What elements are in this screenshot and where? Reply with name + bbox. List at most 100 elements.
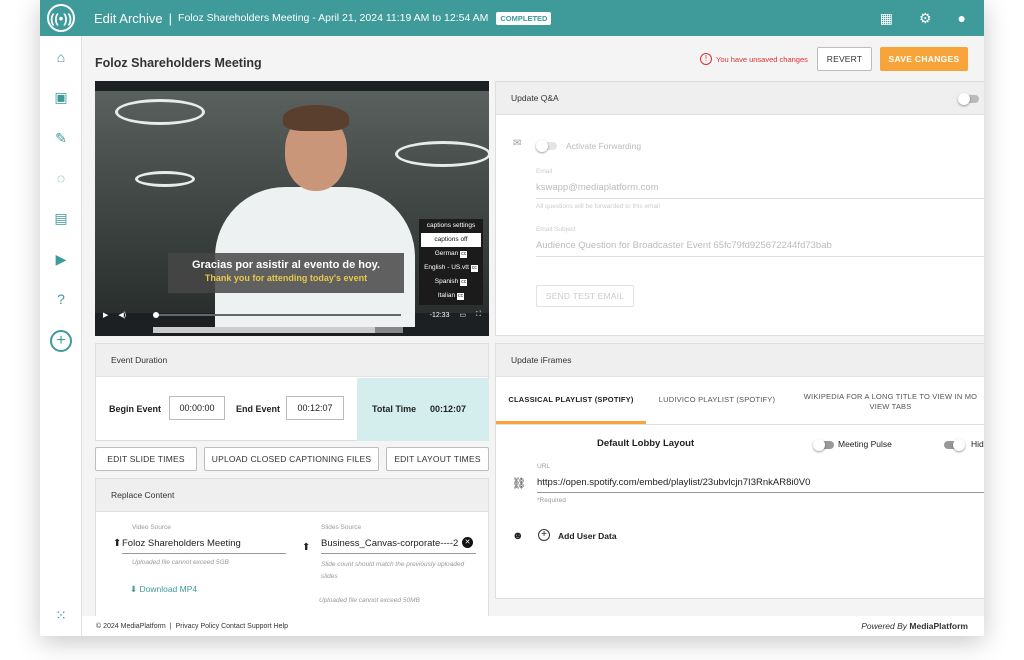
email-underline [536,198,984,199]
update-iframes-header: Update iFrames [496,344,984,377]
tab-classical-playlist[interactable]: CLASSICAL PLAYLIST (SPOTIFY) [496,378,646,424]
end-event-input[interactable]: 00:12:07 [286,396,344,420]
slides-source-underline [321,553,476,554]
update-qa-header: Update Q&A [496,82,984,115]
captions-menu-title: captions settings [426,222,476,229]
powered-by: Powered By MediaPlatform [861,621,968,631]
captions-option-german[interactable]: German cc [419,247,483,261]
tab-divider [496,424,984,425]
email-field[interactable]: kswapp@mediaplatform.com [536,182,659,193]
upload-captions-button[interactable]: UPLOAD CLOSED CAPTIONING FILES [204,447,379,471]
end-event-label: End Event [236,404,281,414]
edit-archive-title: Edit Archive [94,10,163,26]
url-field[interactable]: https://open.spotify.com/embed/playlist/… [537,477,810,488]
url-underline [537,492,984,493]
tab-wikipedia[interactable]: WIKIPEDIA FOR A LONG TITLE TO VIEW IN MO… [796,392,984,412]
qa-toggle[interactable] [958,93,979,105]
page-title: Foloz Shareholders Meeting [95,56,262,70]
download-mp4-link[interactable]: ⬇ Download MP4 [130,584,197,595]
progress-bar[interactable] [153,312,401,318]
fullscreen-icon[interactable]: ⛶ [476,311,481,319]
edit-slide-times-button[interactable]: EDIT SLIDE TIMES [95,447,197,471]
meeting-pulse-toggle[interactable] [813,439,834,451]
email-hint: All questions will be forwarded to this … [536,203,660,210]
video-player[interactable]: Gracias por asistir al evento de hoy. Th… [95,81,489,336]
brush-icon[interactable]: ✎ [52,129,70,147]
required-hint: *Required [537,497,566,504]
meeting-pulse-label: Meeting Pulse [838,439,892,449]
footer-links[interactable]: Privacy Policy Contact Support Help [176,623,288,630]
video-source-label: Video Source [132,524,171,531]
total-time-box: Total Time 00:12:07 [357,378,489,441]
unsaved-text: You have unsaved changes [716,54,808,64]
alert-icon: ! [700,53,712,65]
lamp [135,171,195,187]
clear-icon[interactable]: ✕ [462,537,473,548]
video-source-value[interactable]: Foloz Shareholders Meeting [122,538,241,549]
replay-icon[interactable]: ▶ [52,250,70,268]
begin-event-label: Begin Event [109,404,162,414]
update-qa-panel: Update Q&A ✉ Activate Forwarding Email k… [495,81,984,336]
edit-layout-times-button[interactable]: EDIT LAYOUT TIMES [386,447,489,471]
event-subtitle: Foloz Shareholders Meeting - April 21, 2… [178,12,489,24]
slides-upload-icon[interactable]: ⬆ [302,542,310,553]
forwarding-toggle[interactable] [536,140,557,152]
send-test-email-button[interactable]: SEND TEST EMAIL [536,285,634,307]
email-label: Email [536,168,553,175]
volume-icon[interactable]: ◀) [118,311,126,319]
add-user-data-button[interactable]: Add User Data [558,531,617,541]
default-lobby-layout-label: Default Lobby Layout [597,438,695,449]
add-circle-icon[interactable]: + [538,529,550,541]
link-icon: ⛓ [512,478,526,490]
captions-option-spanish[interactable]: Spanish cc [419,275,483,289]
slides-source-value[interactable]: Business_Canvas-corporate----2 [321,538,461,549]
calendar-icon[interactable]: ▣ [52,88,70,106]
replace-content-header: Replace Content [96,479,488,512]
play-icon[interactable]: ▶ [103,311,108,319]
footer: © 2024 MediaPlatform | Privacy Policy Co… [82,616,984,636]
home-icon[interactable]: ⌂ [52,48,70,66]
add-icon[interactable]: + [50,330,72,352]
slides-source-hint: Slide count should match the previously … [321,561,465,580]
caption-box: Gracias por asistir al evento de hoy. Th… [168,253,404,293]
sidebar: ⌂ ▣ ✎ ◌ ▤ ▶ ? + ⁙ [40,36,82,636]
lamp [395,141,489,167]
subject-label: Email Subject [536,226,576,233]
video-source-underline [122,553,286,554]
grid-icon[interactable]: ▦ [880,10,893,27]
revert-button[interactable]: REVERT [817,47,872,71]
help-icon[interactable]: ? [52,290,70,308]
event-duration-header: Event Duration [96,344,488,377]
captions-icon[interactable]: ▭ [459,311,466,319]
event-duration-panel: Event Duration Begin Event 00:00:00 End … [95,343,489,441]
subject-field[interactable]: Audience Question for Broadcaster Event … [536,240,832,251]
tab-ludivico-playlist[interactable]: LUDIVICO PLAYLIST (SPOTIFY) [646,378,788,424]
status-badge: COMPLETED [496,11,552,25]
circle-icon[interactable]: ◌ [52,169,70,187]
top-bar: ((•)) Edit Archive | Foloz Shareholders … [40,0,984,36]
save-changes-button[interactable]: SAVE CHANGES [880,47,968,71]
update-iframes-panel: Update iFrames CLASSICAL PLAYLIST (SPOTI… [495,343,984,599]
replace-content-panel: Replace Content Video Source ⬆ Foloz Sha… [95,478,489,616]
caption-primary: Gracias por asistir al evento de hoy. [191,259,381,271]
gear-icon[interactable]: ⚙ [919,10,932,27]
upload-icon[interactable]: ⬆ [113,538,121,549]
slides-source-label: Slides Source [321,524,362,531]
title-separator: | [168,10,173,26]
scrubber-bar[interactable] [153,327,403,333]
total-time-label: Total Time [372,404,417,414]
caption-secondary: Thank you for attending today's event [204,273,368,283]
hide-toggle[interactable] [944,439,965,451]
chart-icon[interactable]: ▤ [52,209,70,227]
begin-event-input[interactable]: 00:00:00 [169,396,225,420]
apps-icon[interactable]: ⁙ [52,606,70,624]
captions-menu: captions settings captions off German cc … [419,219,483,305]
logo[interactable]: ((•)) [40,0,82,36]
captions-option-italian[interactable]: Italian cc [419,289,483,303]
total-time-value: 00:12:07 [430,404,467,414]
copyright: © 2024 MediaPlatform [96,622,166,630]
captions-option-english[interactable]: English - US.vtt cc [419,261,483,275]
captions-off-option[interactable]: captions off [421,233,481,247]
account-icon[interactable]: ● [958,10,966,26]
speaker-hair [283,105,349,131]
